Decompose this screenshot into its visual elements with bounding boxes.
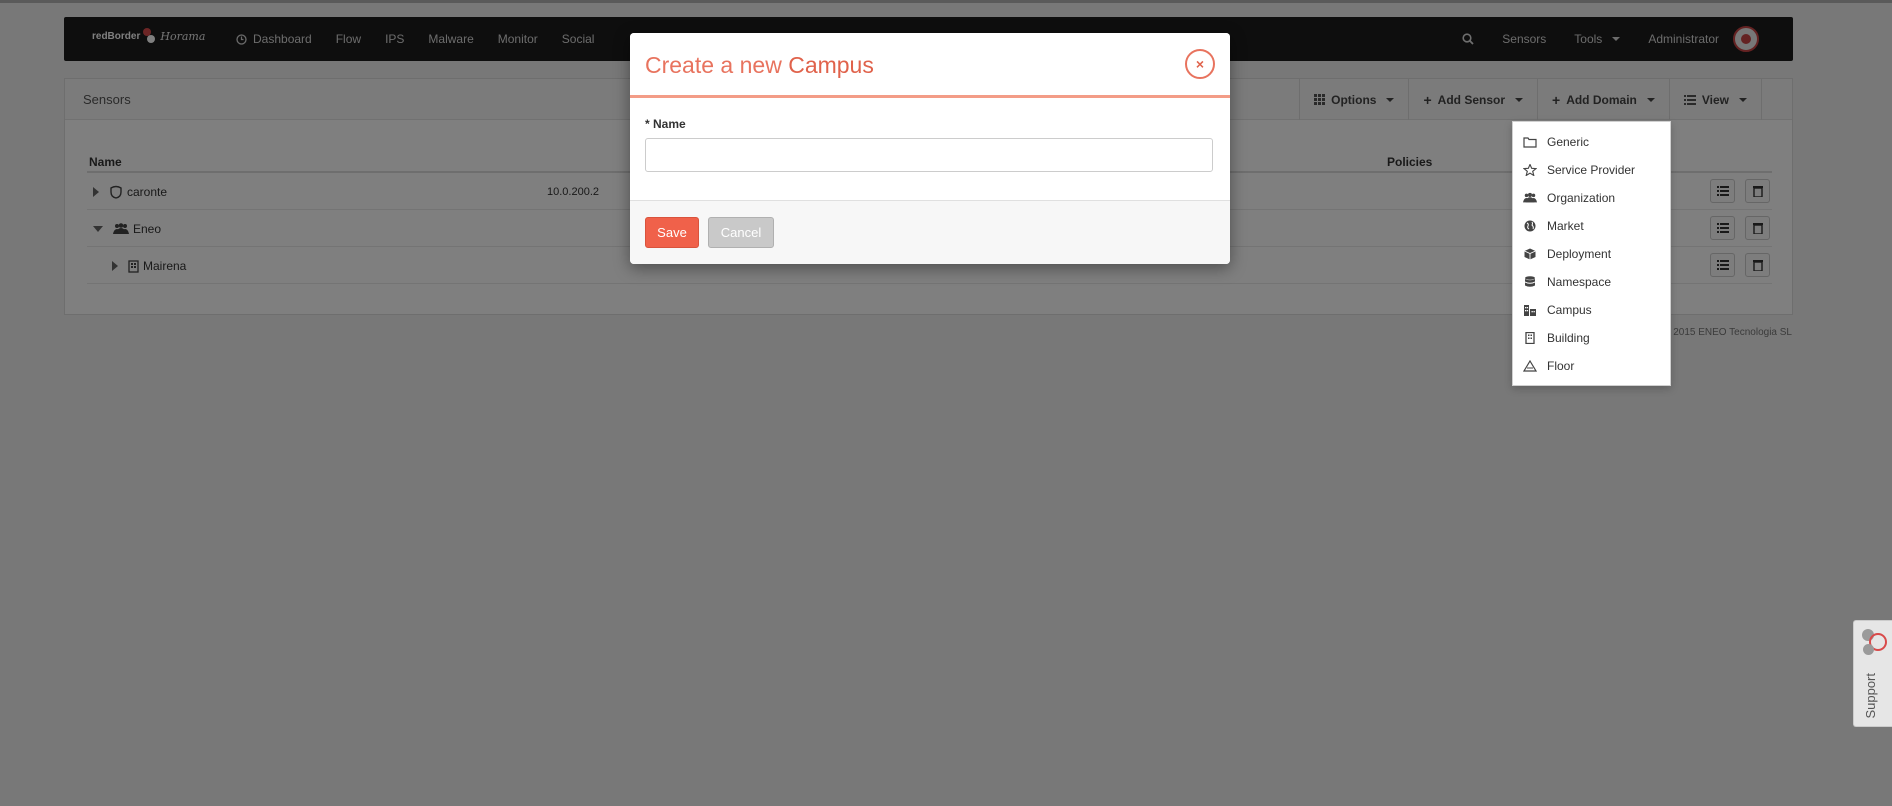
menu-item-campus[interactable]: Campus bbox=[1513, 296, 1670, 324]
modal-footer: Save Cancel bbox=[630, 200, 1230, 264]
menu-item-label: Namespace bbox=[1547, 275, 1612, 289]
modal-body: * Name bbox=[630, 98, 1230, 200]
save-button[interactable]: Save bbox=[645, 217, 699, 248]
menu-item-generic[interactable]: Generic bbox=[1513, 128, 1670, 156]
menu-item-label: Market bbox=[1547, 219, 1584, 233]
database-icon bbox=[1525, 276, 1535, 287]
menu-item-namespace[interactable]: Namespace bbox=[1513, 268, 1670, 296]
menu-item-label: Building bbox=[1547, 331, 1590, 345]
close-button[interactable]: × bbox=[1185, 49, 1215, 79]
modal-header: Create a new Campus × bbox=[630, 33, 1230, 98]
modal-title: Create a new Campus bbox=[645, 52, 874, 79]
menu-item-floor[interactable]: Floor bbox=[1513, 352, 1670, 380]
modal-title-prefix: Create a new bbox=[645, 52, 782, 78]
building-icon bbox=[1525, 332, 1535, 344]
add-domain-menu: Generic Service Provider Organization Ma… bbox=[1512, 121, 1671, 386]
cancel-button[interactable]: Cancel bbox=[708, 217, 774, 248]
menu-item-label: Floor bbox=[1547, 359, 1575, 373]
users-icon bbox=[1523, 192, 1537, 203]
support-tab[interactable]: Support bbox=[1853, 620, 1892, 727]
star-icon bbox=[1523, 164, 1537, 176]
support-label: Support bbox=[1863, 673, 1878, 719]
menu-item-building[interactable]: Building bbox=[1513, 324, 1670, 352]
close-icon: × bbox=[1195, 56, 1205, 72]
campus-icon bbox=[1524, 305, 1536, 316]
menu-item-label: Organization bbox=[1547, 191, 1616, 205]
create-campus-modal: Create a new Campus × * Name Save Cancel bbox=[630, 33, 1230, 264]
folder-icon bbox=[1523, 137, 1537, 148]
support-logo-icon bbox=[1862, 629, 1888, 657]
modal-title-entity: Campus bbox=[788, 52, 874, 78]
menu-item-market[interactable]: Market bbox=[1513, 212, 1670, 240]
menu-item-label: Campus bbox=[1547, 303, 1592, 317]
floor-icon bbox=[1523, 360, 1537, 372]
name-label-text: Name bbox=[653, 117, 686, 131]
menu-item-label: Generic bbox=[1547, 135, 1590, 149]
menu-item-service-provider[interactable]: Service Provider bbox=[1513, 156, 1670, 184]
menu-item-label: Deployment bbox=[1547, 247, 1612, 261]
menu-item-organization[interactable]: Organization bbox=[1513, 184, 1670, 212]
globe-icon bbox=[1524, 220, 1536, 232]
name-field-label: * Name bbox=[645, 117, 1215, 131]
menu-item-label: Service Provider bbox=[1547, 163, 1636, 177]
menu-item-deployment[interactable]: Deployment bbox=[1513, 240, 1670, 268]
required-mark: * bbox=[645, 117, 650, 131]
cube-icon bbox=[1524, 248, 1536, 260]
name-input[interactable] bbox=[645, 138, 1213, 172]
